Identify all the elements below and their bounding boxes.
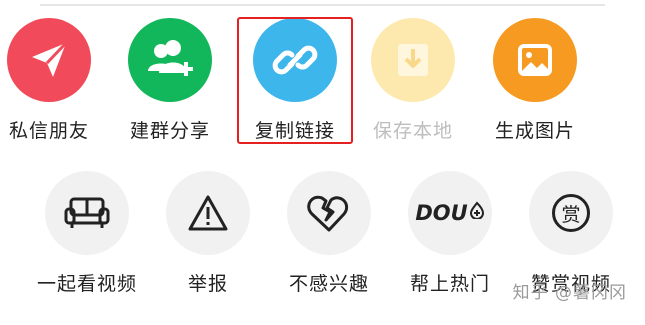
share-private-message[interactable]: 私信朋友 <box>0 18 109 143</box>
group-add-icon <box>128 18 212 102</box>
send-icon <box>7 18 91 102</box>
action-label: 一起看视频 <box>36 273 137 295</box>
share-generate-image[interactable]: 生成图片 <box>475 18 595 143</box>
download-icon <box>371 18 455 102</box>
share-save-local[interactable]: 保存本地 <box>353 18 473 143</box>
share-label: 私信朋友 <box>8 120 89 142</box>
share-label: 保存本地 <box>372 120 453 142</box>
action-not-interested[interactable]: 不感兴趣 <box>269 171 389 296</box>
share-label: 复制链接 <box>254 120 335 142</box>
share-label: 生成图片 <box>494 120 575 142</box>
share-label: 建群分享 <box>129 120 210 142</box>
action-dou-plus[interactable]: DOU 帮上热门 <box>390 171 510 296</box>
watermark: 知乎 @薯冈冈 <box>512 283 627 303</box>
action-label: 举报 <box>187 273 228 295</box>
share-create-group[interactable]: 建群分享 <box>110 18 230 143</box>
sofa-icon <box>45 171 129 255</box>
action-report[interactable]: 举报 <box>148 171 268 296</box>
dou-plus-icon: DOU <box>408 171 492 255</box>
warning-icon <box>166 171 250 255</box>
link-icon <box>253 18 337 102</box>
action-label: 不感兴趣 <box>288 273 369 295</box>
broken-heart-icon <box>287 171 371 255</box>
reward-icon: 赏 <box>529 171 613 255</box>
action-watch-together[interactable]: 一起看视频 <box>27 171 147 296</box>
action-label: 帮上热门 <box>409 273 490 295</box>
image-icon <box>493 18 577 102</box>
share-targets-row: 私信朋友 建群分享 复制链接 保存本地 生成图片 <box>0 0 645 160</box>
share-copy-link[interactable]: 复制链接 <box>235 18 355 143</box>
reward-glyph: 赏 <box>552 194 590 232</box>
dou-plus-text: DOU <box>415 201 468 225</box>
